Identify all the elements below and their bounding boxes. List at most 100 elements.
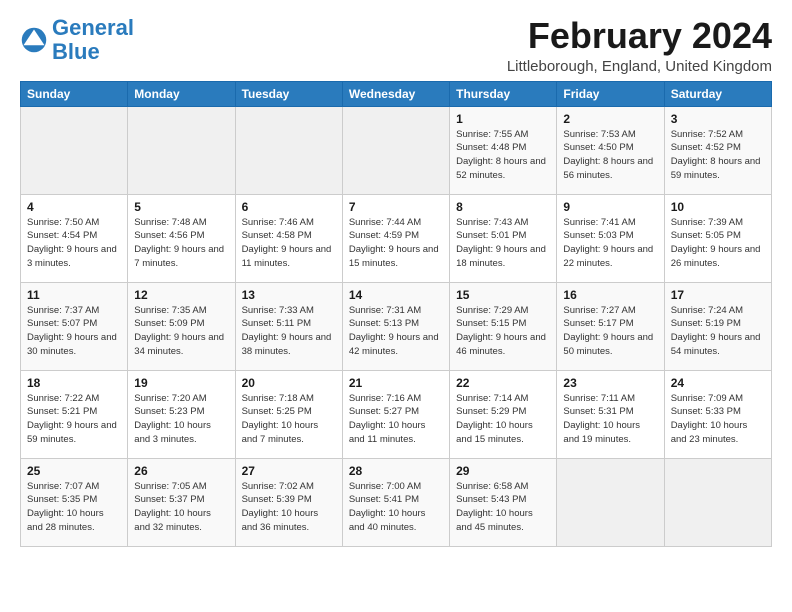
calendar-cell: 11 Sunrise: 7:37 AMSunset: 5:07 PMDayligh… (21, 282, 128, 370)
day-info: Sunrise: 7:37 AMSunset: 5:07 PMDaylight:… (27, 304, 121, 359)
logo-text: General Blue (52, 16, 134, 64)
calendar-cell (342, 106, 449, 194)
calendar-cell (664, 458, 771, 546)
calendar-cell: 1 Sunrise: 7:55 AMSunset: 4:48 PMDaylight… (450, 106, 557, 194)
day-info: Sunrise: 7:29 AMSunset: 5:15 PMDaylight:… (456, 304, 550, 359)
calendar-cell (21, 106, 128, 194)
calendar-cell: 12 Sunrise: 7:35 AMSunset: 5:09 PMDayligh… (128, 282, 235, 370)
day-info: Sunrise: 7:02 AMSunset: 5:39 PMDaylight:… (242, 480, 336, 535)
day-info: Sunrise: 7:27 AMSunset: 5:17 PMDaylight:… (563, 304, 657, 359)
day-number: 12 (134, 288, 228, 302)
header-tuesday: Tuesday (235, 81, 342, 106)
calendar-cell: 29 Sunrise: 6:58 AMSunset: 5:43 PMDayligh… (450, 458, 557, 546)
day-info: Sunrise: 7:55 AMSunset: 4:48 PMDaylight:… (456, 128, 550, 183)
day-number: 5 (134, 200, 228, 214)
day-number: 21 (349, 376, 443, 390)
day-info: Sunrise: 6:58 AMSunset: 5:43 PMDaylight:… (456, 480, 550, 535)
logo: General Blue (20, 16, 134, 64)
day-number: 11 (27, 288, 121, 302)
calendar-cell: 4 Sunrise: 7:50 AMSunset: 4:54 PMDaylight… (21, 194, 128, 282)
day-info: Sunrise: 7:00 AMSunset: 5:41 PMDaylight:… (349, 480, 443, 535)
calendar-cell (557, 458, 664, 546)
calendar-week-row: 11 Sunrise: 7:37 AMSunset: 5:07 PMDayligh… (21, 282, 772, 370)
day-number: 28 (349, 464, 443, 478)
day-info: Sunrise: 7:09 AMSunset: 5:33 PMDaylight:… (671, 392, 765, 447)
day-number: 29 (456, 464, 550, 478)
calendar-cell: 3 Sunrise: 7:52 AMSunset: 4:52 PMDaylight… (664, 106, 771, 194)
day-info: Sunrise: 7:43 AMSunset: 5:01 PMDaylight:… (456, 216, 550, 271)
day-info: Sunrise: 7:53 AMSunset: 4:50 PMDaylight:… (563, 128, 657, 183)
day-number: 1 (456, 112, 550, 126)
logo-blue: Blue (52, 39, 100, 64)
day-info: Sunrise: 7:18 AMSunset: 5:25 PMDaylight:… (242, 392, 336, 447)
day-number: 7 (349, 200, 443, 214)
calendar-cell: 6 Sunrise: 7:46 AMSunset: 4:58 PMDaylight… (235, 194, 342, 282)
day-info: Sunrise: 7:41 AMSunset: 5:03 PMDaylight:… (563, 216, 657, 271)
calendar-cell: 9 Sunrise: 7:41 AMSunset: 5:03 PMDaylight… (557, 194, 664, 282)
day-number: 13 (242, 288, 336, 302)
calendar-cell: 28 Sunrise: 7:00 AMSunset: 5:41 PMDayligh… (342, 458, 449, 546)
day-info: Sunrise: 7:44 AMSunset: 4:59 PMDaylight:… (349, 216, 443, 271)
day-number: 16 (563, 288, 657, 302)
day-info: Sunrise: 7:14 AMSunset: 5:29 PMDaylight:… (456, 392, 550, 447)
calendar-cell: 8Sunrise: 7:43 AMSunset: 5:01 PMDaylight… (450, 194, 557, 282)
day-number: 17 (671, 288, 765, 302)
day-number: 9 (563, 200, 657, 214)
calendar-cell: 19 Sunrise: 7:20 AMSunset: 5:23 PMDayligh… (128, 370, 235, 458)
logo-general: General (52, 15, 134, 40)
day-info: Sunrise: 7:16 AMSunset: 5:27 PMDaylight:… (349, 392, 443, 447)
calendar-cell: 14 Sunrise: 7:31 AMSunset: 5:13 PMDayligh… (342, 282, 449, 370)
calendar-week-row: 4 Sunrise: 7:50 AMSunset: 4:54 PMDaylight… (21, 194, 772, 282)
day-info: Sunrise: 7:20 AMSunset: 5:23 PMDaylight:… (134, 392, 228, 447)
calendar-cell: 20 Sunrise: 7:18 AMSunset: 5:25 PMDayligh… (235, 370, 342, 458)
day-info: Sunrise: 7:07 AMSunset: 5:35 PMDaylight:… (27, 480, 121, 535)
title-area: February 2024 Littleborough, England, Un… (507, 16, 772, 75)
calendar-cell: 21 Sunrise: 7:16 AMSunset: 5:27 PMDayligh… (342, 370, 449, 458)
day-number: 14 (349, 288, 443, 302)
calendar-cell: 10Sunrise: 7:39 AMSunset: 5:05 PMDayligh… (664, 194, 771, 282)
logo-icon (20, 26, 48, 54)
day-info: Sunrise: 7:52 AMSunset: 4:52 PMDaylight:… (671, 128, 765, 183)
day-number: 23 (563, 376, 657, 390)
calendar-cell: 25 Sunrise: 7:07 AMSunset: 5:35 PMDayligh… (21, 458, 128, 546)
day-number: 19 (134, 376, 228, 390)
calendar-cell: 2Sunrise: 7:53 AMSunset: 4:50 PMDaylight… (557, 106, 664, 194)
day-info: Sunrise: 7:50 AMSunset: 4:54 PMDaylight:… (27, 216, 121, 271)
calendar-cell: 23Sunrise: 7:11 AMSunset: 5:31 PMDayligh… (557, 370, 664, 458)
calendar-cell: 18 Sunrise: 7:22 AMSunset: 5:21 PMDayligh… (21, 370, 128, 458)
day-number: 4 (27, 200, 121, 214)
calendar-cell: 26Sunrise: 7:05 AMSunset: 5:37 PMDayligh… (128, 458, 235, 546)
day-number: 18 (27, 376, 121, 390)
calendar-cell: 24Sunrise: 7:09 AMSunset: 5:33 PMDayligh… (664, 370, 771, 458)
day-number: 26 (134, 464, 228, 478)
calendar-cell: 13 Sunrise: 7:33 AMSunset: 5:11 PMDayligh… (235, 282, 342, 370)
location-title: Littleborough, England, United Kingdom (507, 58, 772, 75)
day-info: Sunrise: 7:22 AMSunset: 5:21 PMDaylight:… (27, 392, 121, 447)
calendar-header-row: SundayMondayTuesdayWednesdayThursdayFrid… (21, 81, 772, 106)
calendar-cell (235, 106, 342, 194)
day-info: Sunrise: 7:24 AMSunset: 5:19 PMDaylight:… (671, 304, 765, 359)
calendar-cell: 27 Sunrise: 7:02 AMSunset: 5:39 PMDayligh… (235, 458, 342, 546)
day-info: Sunrise: 7:46 AMSunset: 4:58 PMDaylight:… (242, 216, 336, 271)
page-header: General Blue February 2024 Littleborough… (20, 16, 772, 75)
calendar-cell: 22Sunrise: 7:14 AMSunset: 5:29 PMDayligh… (450, 370, 557, 458)
day-info: Sunrise: 7:31 AMSunset: 5:13 PMDaylight:… (349, 304, 443, 359)
day-number: 6 (242, 200, 336, 214)
calendar-week-row: 25 Sunrise: 7:07 AMSunset: 5:35 PMDayligh… (21, 458, 772, 546)
day-number: 10 (671, 200, 765, 214)
calendar-cell: 7 Sunrise: 7:44 AMSunset: 4:59 PMDaylight… (342, 194, 449, 282)
day-info: Sunrise: 7:48 AMSunset: 4:56 PMDaylight:… (134, 216, 228, 271)
calendar-cell: 5 Sunrise: 7:48 AMSunset: 4:56 PMDaylight… (128, 194, 235, 282)
day-number: 20 (242, 376, 336, 390)
calendar-cell: 17 Sunrise: 7:24 AMSunset: 5:19 PMDayligh… (664, 282, 771, 370)
header-wednesday: Wednesday (342, 81, 449, 106)
day-number: 25 (27, 464, 121, 478)
day-info: Sunrise: 7:35 AMSunset: 5:09 PMDaylight:… (134, 304, 228, 359)
calendar-cell: 16 Sunrise: 7:27 AMSunset: 5:17 PMDayligh… (557, 282, 664, 370)
day-number: 3 (671, 112, 765, 126)
day-number: 15 (456, 288, 550, 302)
day-number: 27 (242, 464, 336, 478)
header-monday: Monday (128, 81, 235, 106)
header-thursday: Thursday (450, 81, 557, 106)
day-info: Sunrise: 7:33 AMSunset: 5:11 PMDaylight:… (242, 304, 336, 359)
